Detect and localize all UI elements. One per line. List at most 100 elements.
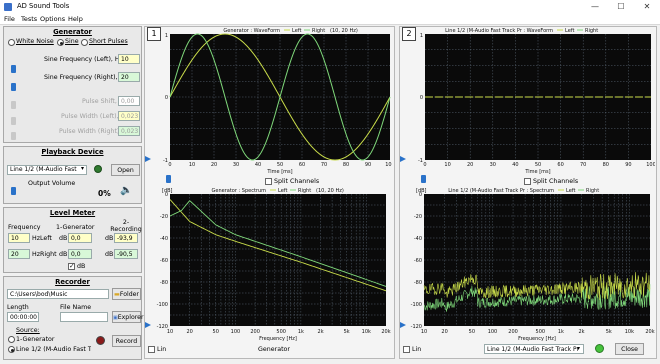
left-spectrum-chart: [dB] Generator : Spectrum Left Right (10… xyxy=(157,188,391,342)
sine-radio[interactable] xyxy=(57,39,64,46)
menu-file[interactable]: File xyxy=(4,15,15,23)
record-button[interactable]: Record xyxy=(112,335,141,347)
left-spec-ytick: -60 xyxy=(160,258,168,264)
right-wave-zoom-slider[interactable] xyxy=(421,175,426,183)
pulse-left-slider[interactable] xyxy=(11,117,16,125)
pulse-shift-input[interactable]: 0,00 xyxy=(118,96,140,106)
open-button[interactable]: Open xyxy=(111,164,140,176)
right-wave-ytick-1: 1 xyxy=(420,33,423,39)
pulse-right-input[interactable]: 0,023 xyxy=(118,126,140,136)
record-indicator-icon xyxy=(96,336,105,345)
right-wave-xticks: 0 10 20 30 40 50 60 70 80 90 100 xyxy=(423,162,655,168)
folder-button-label: Folder xyxy=(119,291,139,298)
output-volume-slider[interactable] xyxy=(11,187,16,195)
sine-left-slider[interactable] xyxy=(11,65,16,73)
short-pulses-label: Short Pulses xyxy=(89,38,128,45)
left-spec-xticks: 10 20 50 100 200 500 1k 2k 5k 10k 20k xyxy=(167,329,391,335)
sine-right-input[interactable]: 20 xyxy=(118,72,140,82)
generator-column-label: 1-Generator xyxy=(56,224,95,231)
right-spec-xtick: 20 xyxy=(441,329,447,335)
maximize-button[interactable]: ☐ xyxy=(608,0,634,14)
right-lin-checkbox[interactable] xyxy=(403,346,410,353)
short-pulses-radio[interactable] xyxy=(81,39,88,46)
sine-label: Sine xyxy=(65,38,79,45)
left-spec-ytick: -40 xyxy=(160,236,168,242)
sine-left-input[interactable]: 10 xyxy=(118,54,140,64)
left-wave-xtick: 50 xyxy=(277,162,283,168)
right-split-channels-checkbox[interactable] xyxy=(524,178,531,185)
source-line-radio[interactable] xyxy=(8,346,15,353)
right-waveform-chart: Line 1/2 (M-Audio Fast Track Pr : WaveFo… xyxy=(418,28,655,175)
right-rec-db-label: dB xyxy=(105,251,114,258)
left-recording-level: -93,9 xyxy=(114,233,138,243)
speaker-icon[interactable]: 🔈 xyxy=(120,185,132,196)
app-icon xyxy=(4,3,12,11)
playback-device-select[interactable]: Line 1/2 (M-Audio Fast Trac xyxy=(7,165,87,175)
left-gen-db-label: dB xyxy=(59,235,68,242)
pulse-shift-slider[interactable] xyxy=(11,101,16,109)
right-spec-yticks: 0-20-40-60-80-100-120 xyxy=(411,192,422,330)
right-spec-xticks: 10 20 50 100 200 500 1k 2k 5k 10k 20k xyxy=(421,329,655,335)
length-label: Length xyxy=(7,304,29,311)
left-wave-xtick: 0 xyxy=(168,162,171,168)
left-wave-xtick: 30 xyxy=(233,162,239,168)
pulse-right-slider[interactable] xyxy=(11,132,16,140)
left-spec-xtick: 50 xyxy=(213,329,219,335)
left-wave-zoom-slider[interactable] xyxy=(166,175,171,183)
close-window-button[interactable]: ✕ xyxy=(634,0,660,14)
left-wave-title: Generator : WaveForm xyxy=(223,28,280,34)
menu-options[interactable]: Options xyxy=(40,15,65,23)
left-spec-ytick: -20 xyxy=(160,214,168,220)
left-wave-legend-left: Left xyxy=(292,28,301,34)
left-wave-ytick-m1: -1 xyxy=(163,158,168,164)
folder-path-input[interactable]: C:\Users\bod\Music xyxy=(7,289,109,299)
left-wave-marker-icon xyxy=(145,156,151,162)
left-wave-xlabel: Time [ms] xyxy=(266,169,292,175)
playback-title: Playback Device xyxy=(41,148,104,156)
right-device-select[interactable]: Line 1/2 (M-Audio Fast Track Pr xyxy=(484,344,584,354)
right-spec-xtick: 50 xyxy=(469,329,475,335)
file-name-input[interactable] xyxy=(60,312,108,322)
right-wave-xtick: 70 xyxy=(580,162,586,168)
output-volume-label: Output Volume xyxy=(28,180,76,187)
right-spec-legend-right: Right xyxy=(586,188,599,194)
right-recording-level: -90,5 xyxy=(114,249,138,259)
right-spec-xtick: 10 xyxy=(421,329,427,335)
right-split-channels-label: Split Channels xyxy=(533,178,579,185)
status-led-icon xyxy=(94,165,102,173)
right-wave-xtick: 30 xyxy=(490,162,496,168)
left-spec-yticks: 0-20-40-60-80-100-120 xyxy=(157,192,168,330)
pulse-left-input[interactable]: 0,023 xyxy=(118,111,140,121)
menu-help[interactable]: Help xyxy=(68,15,83,23)
chevron-down-icon[interactable]: ▾ xyxy=(81,165,84,172)
white-noise-radio[interactable] xyxy=(8,39,15,46)
folder-button[interactable]: ▬Folder xyxy=(112,288,141,300)
pane-close-button[interactable]: Close xyxy=(615,343,644,355)
left-source-label: Generator xyxy=(258,346,290,353)
left-split-channels-checkbox[interactable] xyxy=(265,178,272,185)
source-generator-radio[interactable] xyxy=(8,336,15,343)
right-device-chevron-down-icon[interactable]: ▾ xyxy=(577,345,580,352)
sine-right-label: Sine Frequency (Right), Hz xyxy=(44,74,128,81)
db-checkbox[interactable] xyxy=(68,262,75,270)
menu-tests[interactable]: Tests xyxy=(21,15,37,23)
right-spectrum-chart: [dB] Line 1/2 (M-Audio Fast Track Pr : S… xyxy=(411,188,655,342)
right-spec-ytick: 0 xyxy=(419,192,422,198)
minimize-button[interactable]: — xyxy=(582,0,608,14)
explorer-button-label: Explorer xyxy=(117,314,144,321)
sine-right-slider[interactable] xyxy=(11,83,16,91)
right-spec-xtick: 20k xyxy=(645,329,654,335)
explorer-button[interactable]: ▣Explorer xyxy=(112,311,144,323)
left-spec-xtick: 20k xyxy=(381,329,390,335)
source-line-label: Line 1/2 (M-Audio Fast Track Pr xyxy=(16,346,91,353)
right-wave-legend-right: Right xyxy=(585,28,598,34)
sine-left-label: Sine Frequency (Left), Hz xyxy=(44,56,123,63)
right-label: Right xyxy=(40,251,57,258)
right-spec-xtick: 500 xyxy=(536,329,546,335)
volume-value: 0% xyxy=(98,189,111,198)
playback-panel: Playback Device Line 1/2 (M-Audio Fast T… xyxy=(3,146,142,204)
left-wave-xtick: 40 xyxy=(255,162,261,168)
left-spec-tag: (10, 20 Hz) xyxy=(316,188,344,194)
right-wave-xtick: 50 xyxy=(535,162,541,168)
left-lin-checkbox[interactable] xyxy=(148,346,155,353)
